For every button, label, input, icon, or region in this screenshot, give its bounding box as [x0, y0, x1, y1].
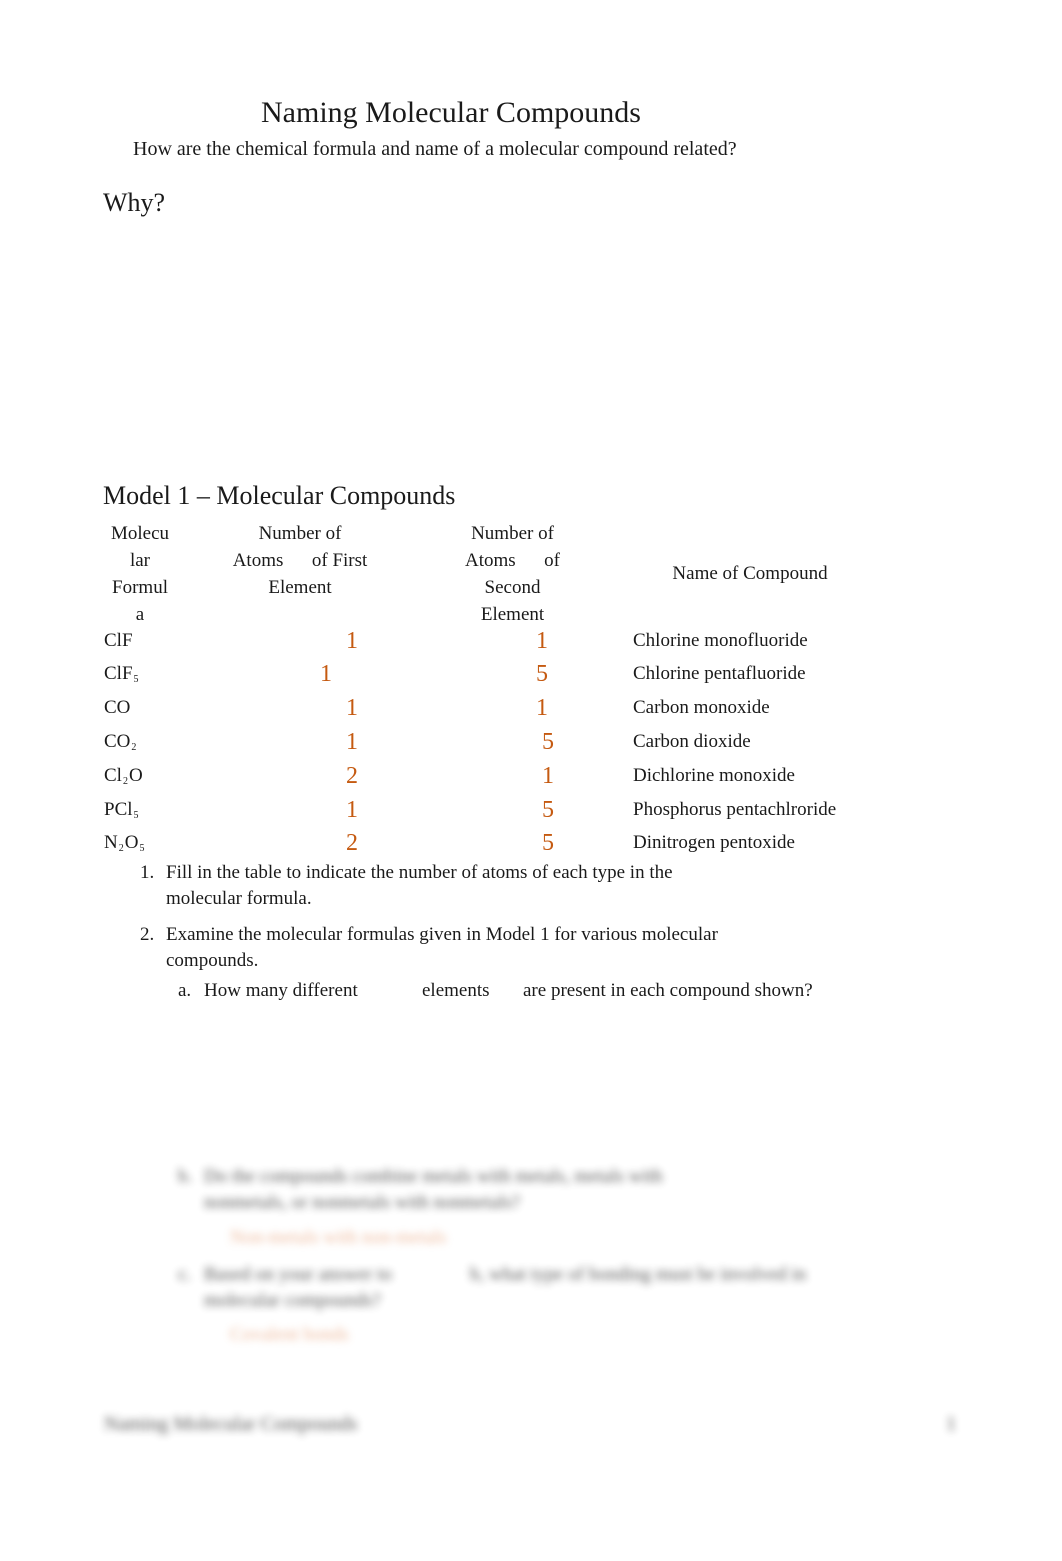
subquestion-text-1: How many different [204, 980, 358, 1001]
second-element-count: 5 [542, 729, 554, 755]
first-element-count: 1 [346, 695, 358, 721]
subquestion-letter: c. [178, 1264, 192, 1285]
subquestion-b: b. Do the compounds combine metals with … [178, 1164, 663, 1213]
table-row: Cl2O 2 1 Dichlorine monoxide [0, 763, 1062, 798]
second-element-count: 1 [536, 695, 548, 721]
page-number: 1 [946, 1413, 956, 1435]
subquestion-text-3: are present in each compound shown? [523, 980, 813, 1001]
compound-name: Chlorine pentafluoride [633, 663, 806, 684]
subquestion-text-cont: molecular compounds? [204, 1290, 381, 1311]
question-2: 2. Examine the molecular formulas given … [140, 922, 718, 971]
subquestion-c: c. Based on your answer to b, what type … [178, 1262, 806, 1311]
answer-b: Non-metals with non-metals [230, 1227, 447, 1248]
second-element-count: 5 [542, 797, 554, 823]
first-element-count: 1 [346, 729, 358, 755]
question-1: 1. Fill in the table to indicate the num… [140, 860, 673, 909]
first-element-count: 1 [346, 628, 358, 654]
molecular-formula: CO2 [104, 731, 137, 753]
molecular-formula: CO [104, 697, 131, 718]
footer-title: Naming Molecular Compounds [104, 1413, 358, 1435]
header-second-element: Number of Atoms of Second Element [465, 523, 560, 625]
compound-name: Carbon monoxide [633, 697, 770, 718]
first-element-count: 2 [346, 763, 358, 789]
subquestion-a: a. How many different elements are prese… [178, 978, 813, 1004]
subquestion-text: Do the compounds combine metals with met… [204, 1166, 663, 1187]
why-heading: Why? [103, 188, 166, 217]
molecular-formula: Cl2O [104, 765, 143, 787]
subquestion-letter: a. [178, 980, 192, 1001]
compound-name: Dinitrogen pentoxide [633, 832, 795, 853]
compound-name: Phosphorus pentachlroride [633, 799, 837, 820]
answer-c: Covalent bonds [230, 1324, 349, 1345]
second-element-count: 5 [536, 661, 548, 687]
question-text-cont: molecular formula. [166, 888, 312, 909]
molecular-formula: ClF [104, 630, 133, 651]
subquestion-text-2: elements [422, 980, 490, 1001]
second-element-count: 1 [542, 763, 554, 789]
table-row: PCl5 1 5 Phosphorus pentachlroride [0, 797, 1062, 832]
question-text-cont: compounds. [166, 950, 259, 971]
table-row: ClF5 1 5 Chlorine pentafluoride [0, 661, 1062, 696]
header-molecular-formula: Molecu lar Formul a [110, 523, 170, 625]
compound-name: Chlorine monofluoride [633, 630, 808, 651]
document-subtitle: How are the chemical formula and name of… [133, 138, 737, 160]
question-text: Examine the molecular formulas given in … [166, 924, 718, 945]
header-first-element: Number of Atoms of First Element [232, 523, 368, 598]
first-element-count: 2 [346, 830, 358, 856]
compound-name: Dichlorine monoxide [633, 765, 795, 786]
molecular-formula: PCl5 [104, 799, 139, 821]
document-title: Naming Molecular Compounds [261, 96, 641, 129]
subquestion-text-1: Based on your answer to [204, 1264, 392, 1285]
header-compound-name: Name of Compound [672, 563, 828, 584]
model-heading: Model 1 – Molecular Compounds [103, 481, 456, 510]
subquestion-text-cont: nonmetals, or nonmetals with nonmetals? [204, 1192, 521, 1213]
table-row: CO 1 1 Carbon monoxide [0, 695, 1062, 730]
molecular-formula: N2O5 [104, 832, 145, 854]
second-element-count: 1 [536, 628, 548, 654]
question-text: Fill in the table to indicate the number… [166, 862, 673, 883]
table-row: CO2 1 5 Carbon dioxide [0, 729, 1062, 764]
subquestion-text-2: b, what type of bonding must be involved… [470, 1264, 807, 1285]
first-element-count: 1 [320, 661, 332, 687]
molecular-formula: ClF5 [104, 663, 139, 685]
table-row: ClF 1 1 Chlorine monofluoride [0, 628, 1062, 663]
subquestion-letter: b. [178, 1166, 193, 1187]
question-number: 2. [140, 924, 155, 945]
question-number: 1. [140, 862, 155, 883]
compound-name: Carbon dioxide [633, 731, 751, 752]
second-element-count: 5 [542, 830, 554, 856]
first-element-count: 1 [346, 797, 358, 823]
